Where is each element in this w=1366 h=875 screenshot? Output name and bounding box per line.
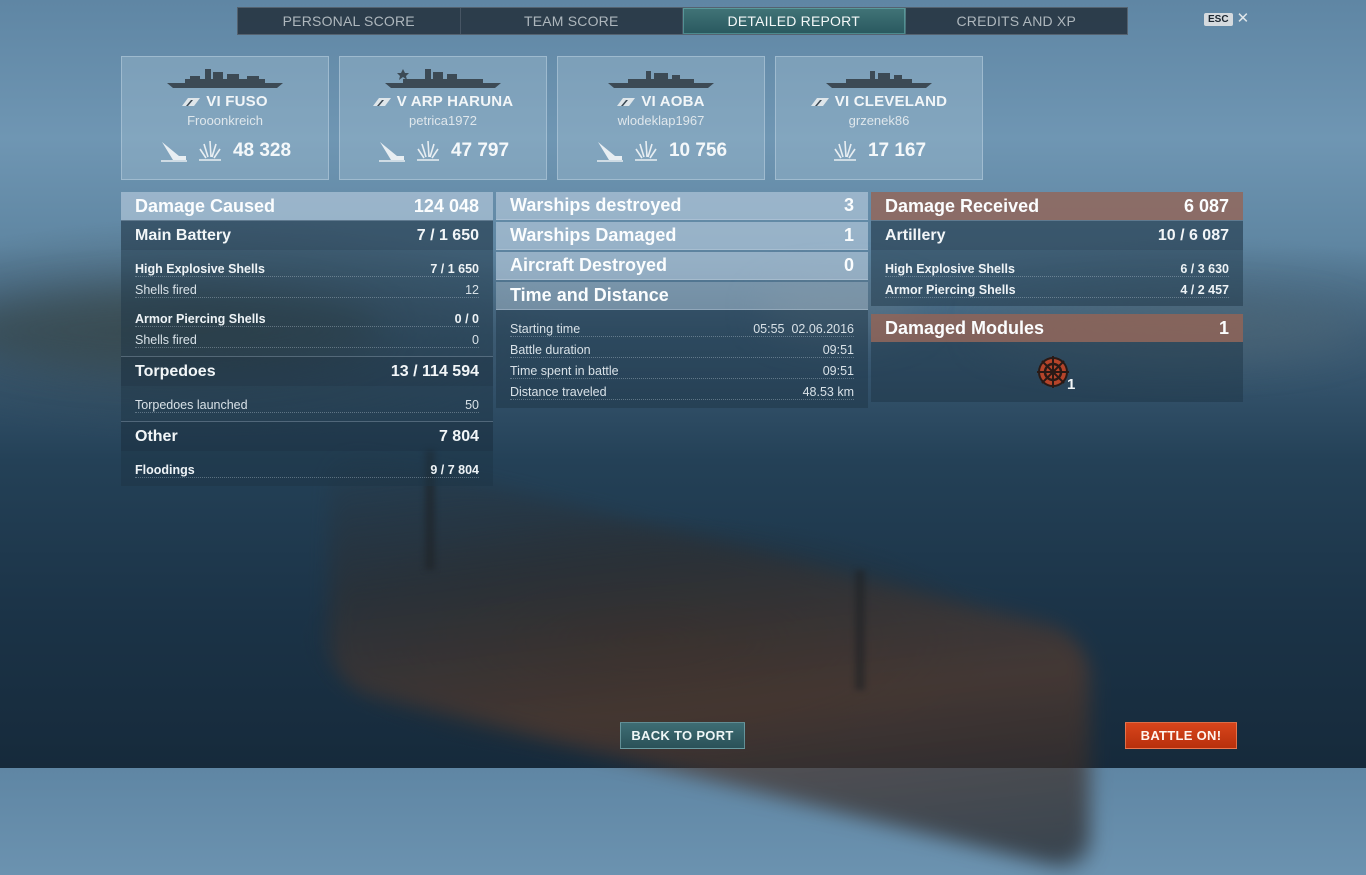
ap-shells-line: Armor Piercing Shells 0 / 0 [135,306,479,327]
player-name: Frooonkreich [187,113,263,128]
ship-card[interactable]: VI CLEVELAND grzenek86 17 167 [775,56,983,180]
other-details: Floodings 9 / 7 804 [121,451,493,486]
damage-caused-row: Damage Caused 124 048 [121,192,493,220]
warships-destroyed-row: Warships destroyed 3 [496,192,868,220]
main-battery-row: Main Battery 7 / 1 650 [121,220,493,250]
damage-value: 48 328 [232,140,292,161]
torpedoes-row: Torpedoes 13 / 114 594 [121,356,493,386]
report-tabs: PERSONAL SCORE TEAM SCORE DETAILED REPOR… [237,7,1128,35]
ship-card[interactable]: VI AOBA wlodeklap1967 10 756 [557,56,765,180]
ship-name: VI CLEVELAND [776,93,982,110]
ship-name: VI AOBA [558,93,764,110]
back-to-port-button[interactable]: BACK TO PORT [620,722,745,749]
cruiser-silhouette-icon [826,71,932,88]
sunk-ship-icon [160,142,187,162]
damage-received-row: Damage Received 6 087 [871,192,1243,220]
torpedo-details: Torpedoes launched 50 [121,386,493,421]
damage-received-panel: Damage Received 6 087 Artillery 10 / 6 087… [871,192,1243,402]
ship-class-icon [182,98,201,107]
damage-splash-icon [833,140,856,161]
received-ap-shells-line: Armor Piercing Shells 4 / 2 457 [885,277,1229,298]
ship-class-icon [372,98,391,107]
artillery-row: Artillery 10 / 6 087 [871,220,1243,250]
module-count: 1 [1067,376,1076,393]
damage-value: 10 756 [668,140,728,161]
damage-caused-panel: Damage Caused 124 048 Main Battery 7 / 1 6… [121,192,493,486]
time-and-distance-details: Starting time 05:55 02.06.2016 Battle dur… [496,310,868,408]
battleship-silhouette-icon [167,69,283,88]
sunk-ship-icon [378,142,405,162]
damage-value: 47 797 [450,140,510,161]
ship-card[interactable]: VI FUSO Frooonkreich 48 328 [121,56,329,180]
sunk-ship-icon [596,142,623,162]
ap-shells-fired-line: Shells fired 0 [135,327,479,348]
battle-duration-line: Battle duration 09:51 [510,337,854,358]
damaged-modules-row: Damaged Modules 1 [871,314,1243,342]
damage-value: 17 167 [867,140,927,161]
battle-on-button[interactable]: BATTLE ON! [1125,722,1237,749]
ship-name: V ARP HARUNA [340,93,546,110]
player-name: wlodeklap1967 [617,113,705,128]
damage-splash-icon [416,140,439,161]
received-he-shells-line: High Explosive Shells 6 / 3 630 [885,256,1229,277]
esc-key-hint: ESC [1204,12,1233,26]
damage-splash-icon [634,140,657,161]
starting-time-line: Starting time 05:55 02.06.2016 [510,316,854,337]
steering-gear-icon [1037,356,1069,388]
tab-team-score[interactable]: TEAM SCORE [461,8,683,34]
ship-class-icon [617,98,636,107]
tab-personal-score[interactable]: PERSONAL SCORE [238,8,461,34]
main-battery-details: High Explosive Shells 7 / 1 650 Shells fi… [121,250,493,356]
he-shells-line: High Explosive Shells 7 / 1 650 [135,256,479,277]
aircraft-destroyed-row: Aircraft Destroyed 0 [496,252,868,280]
ship-class-icon [810,98,829,107]
floodings-line: Floodings 9 / 7 804 [135,457,479,478]
ship-name: VI FUSO [122,93,328,110]
time-spent-line: Time spent in battle 09:51 [510,358,854,379]
other-row: Other 7 804 [121,421,493,451]
close-icon: ✕ [1236,10,1250,27]
tab-credits-and-xp[interactable]: CREDITS AND XP [906,8,1128,34]
torpedoes-launched-line: Torpedoes launched 50 [135,392,479,413]
time-and-distance-header: Time and Distance [496,282,868,310]
player-name: petrica1972 [409,113,477,128]
distance-traveled-line: Distance traveled 48.53 km [510,379,854,400]
tab-detailed-report[interactable]: DETAILED REPORT [683,8,906,34]
damage-splash-icon [198,140,221,161]
damaged-modules-area: 1 [871,342,1243,402]
battle-summary-panel: Warships destroyed 3 Warships Damaged 1 Ai… [496,192,868,408]
close-button[interactable]: ESC ✕ [1204,10,1250,27]
ship-card[interactable]: V ARP HARUNA petrica1972 47 797 [339,56,547,180]
cruiser-silhouette-icon [608,71,714,88]
he-shells-fired-line: Shells fired 12 [135,277,479,298]
artillery-details: High Explosive Shells 6 / 3 630 Armor Pie… [871,250,1243,306]
warships-damaged-row: Warships Damaged 1 [496,222,868,250]
battleship-silhouette-icon [385,69,501,88]
player-name: grzenek86 [848,113,910,128]
